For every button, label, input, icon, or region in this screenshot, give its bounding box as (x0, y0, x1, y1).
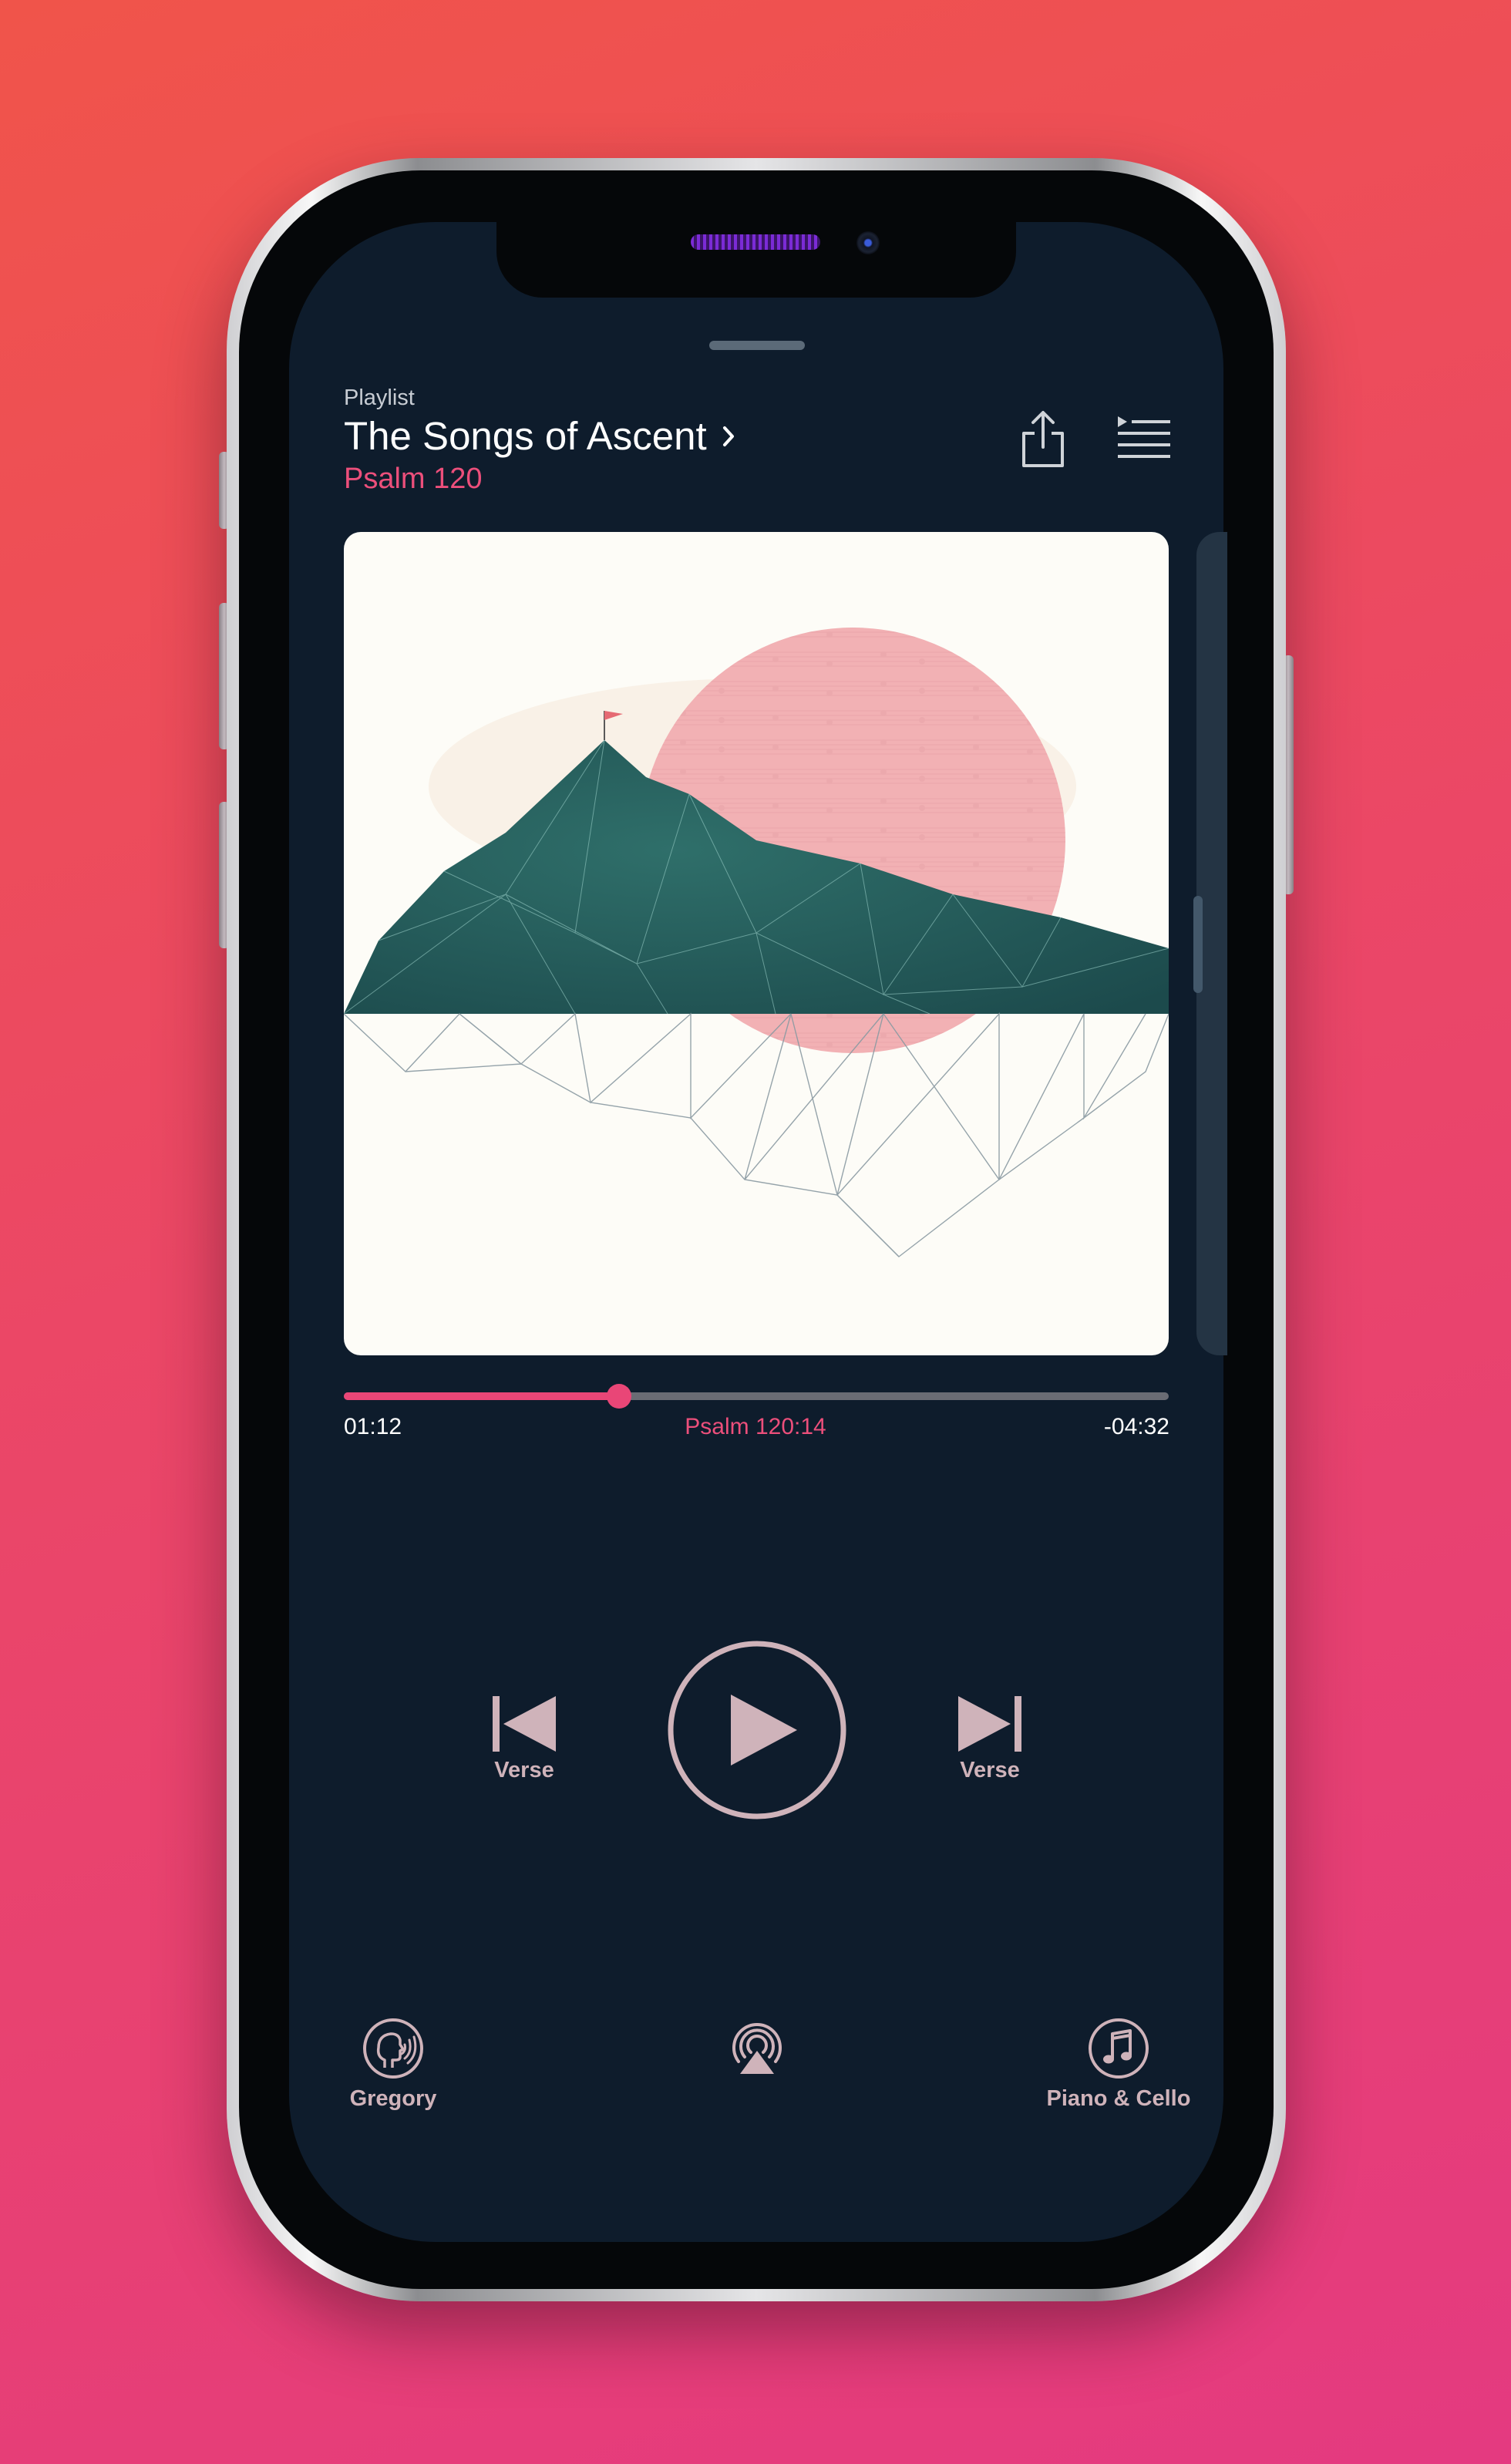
queue-list-icon[interactable] (1115, 415, 1172, 464)
singing-head-icon (363, 2018, 423, 2079)
skip-back-icon (493, 1696, 556, 1752)
track-name: Psalm 120 (344, 463, 483, 495)
skip-forward-icon (958, 1696, 1021, 1752)
share-icon[interactable] (1018, 409, 1068, 470)
previous-verse-button[interactable]: Verse (478, 1695, 570, 1783)
next-verse-label: Verse (960, 1758, 1020, 1782)
chevron-right-icon (722, 426, 734, 446)
album-artwork (344, 532, 1169, 1355)
sheet-grabber[interactable] (709, 341, 805, 350)
music-label: Piano & Cello (1046, 2086, 1191, 2111)
narrator-label: Gregory (349, 2086, 437, 2111)
playlist-label: Playlist (344, 385, 415, 410)
phone-notch (496, 222, 1016, 298)
front-camera (856, 231, 880, 254)
airplay-icon (732, 2023, 782, 2074)
progress-fill (344, 1392, 620, 1400)
playlist-title: The Songs of Ascent (344, 414, 707, 458)
card-handle[interactable] (1193, 896, 1203, 993)
progress-bar[interactable] (344, 1384, 1169, 1409)
narrator-button[interactable]: Gregory (324, 2017, 463, 2112)
play-icon (731, 1695, 797, 1766)
elapsed-time: 01:12 (344, 1414, 402, 1439)
music-note-icon (1089, 2018, 1149, 2079)
playlist-title-link[interactable]: The Songs of Ascent (344, 413, 738, 459)
music-button[interactable]: Piano & Cello (1030, 2017, 1207, 2112)
earpiece-speaker (691, 234, 820, 250)
play-button[interactable] (666, 1639, 848, 1821)
verse-reference: Psalm 120:14 (685, 1414, 826, 1439)
remaining-time: -04:32 (1103, 1414, 1169, 1439)
airplay-button[interactable] (711, 2017, 803, 2075)
previous-verse-label: Verse (494, 1758, 554, 1782)
next-verse-button[interactable]: Verse (944, 1695, 1036, 1783)
